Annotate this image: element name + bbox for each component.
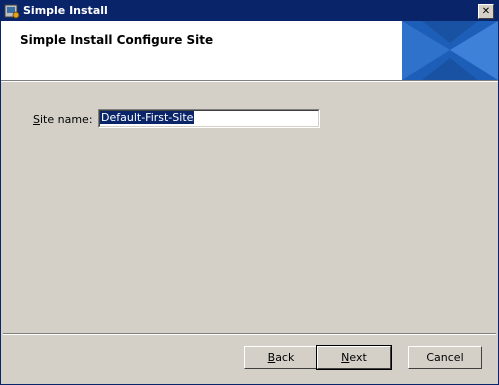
banner-separator (1, 81, 498, 82)
cancel-button[interactable]: Cancel (408, 346, 482, 369)
header-banner: Simple Install Configure Site (1, 21, 498, 81)
close-icon: ✕ (481, 5, 491, 17)
next-button-label: ext (349, 351, 367, 364)
back-button[interactable]: Back (244, 346, 318, 369)
next-button[interactable]: Next (316, 345, 392, 370)
title-bar[interactable]: Simple Install ✕ (1, 1, 498, 21)
window-title: Simple Install (23, 4, 108, 17)
installer-window: Simple Install ✕ Simple Install Configur… (0, 0, 499, 385)
footer-separator-highlight (3, 334, 496, 335)
close-button[interactable]: ✕ (478, 4, 494, 19)
cancel-button-label: Cancel (426, 351, 464, 364)
installer-app-icon (4, 4, 20, 19)
page-heading: Simple Install Configure Site (20, 33, 214, 47)
site-name-label-accelerator: S (33, 113, 40, 126)
banner-graphic (402, 21, 498, 80)
site-name-label: Site name: (33, 113, 93, 126)
back-button-label: ack (275, 351, 295, 364)
site-name-input[interactable]: Default-First-Site (98, 109, 320, 128)
site-name-value: Default-First-Site (100, 111, 195, 124)
site-name-label-text: ite name: (39, 113, 93, 126)
